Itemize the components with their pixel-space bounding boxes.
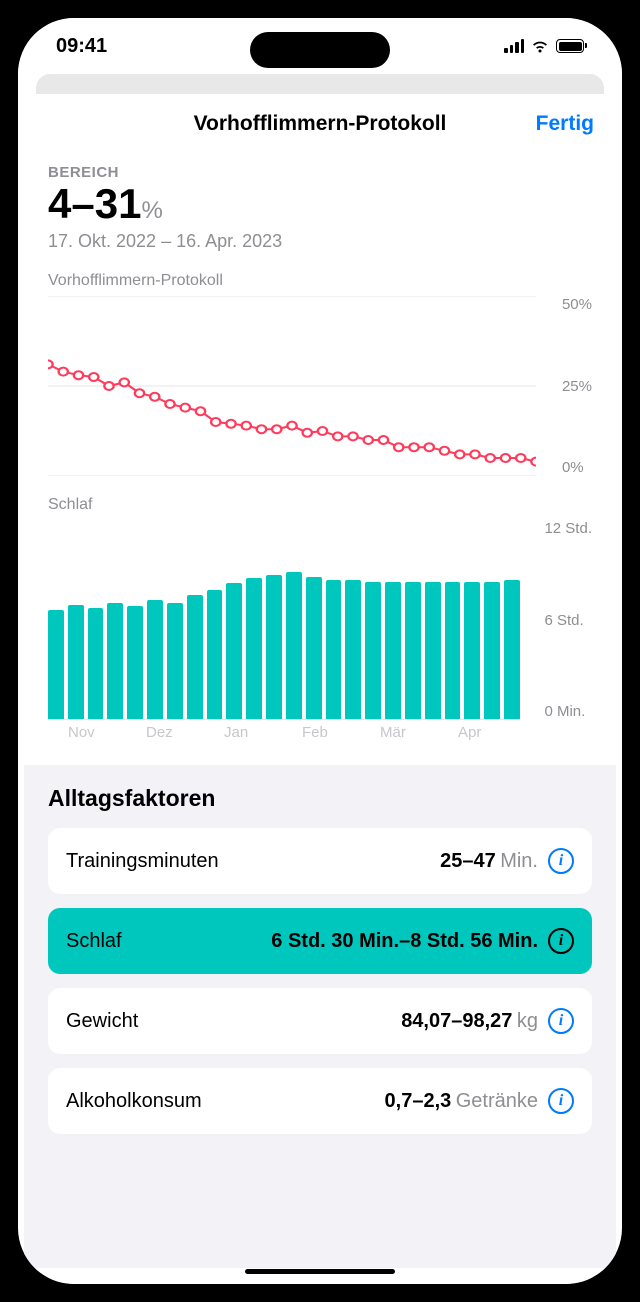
bar xyxy=(226,583,242,719)
x-label: Feb xyxy=(302,724,380,741)
x-label: Nov xyxy=(68,724,146,741)
status-icons xyxy=(504,39,584,54)
phone-screen: 09:41 Vorhofflimmern-Protokoll Fertig BE… xyxy=(18,18,622,1284)
x-label: Dez xyxy=(146,724,224,741)
bar xyxy=(425,582,441,720)
range-percent: % xyxy=(141,197,162,224)
battery-icon xyxy=(556,39,584,53)
bar xyxy=(147,600,163,719)
bar xyxy=(464,582,480,720)
range-value: 4–31 xyxy=(48,180,141,227)
bar xyxy=(345,580,361,719)
bar xyxy=(68,605,84,719)
x-label: Mär xyxy=(380,724,458,741)
y-label: 0% xyxy=(562,459,592,476)
x-label: Jan xyxy=(224,724,302,741)
y-label: 0 Min. xyxy=(544,703,592,720)
factor-value: 25–47 xyxy=(440,850,496,872)
sleep-y-labels: 12 Std. 6 Std. 0 Min. xyxy=(544,520,592,720)
bar xyxy=(286,572,302,720)
home-indicator[interactable] xyxy=(245,1269,395,1274)
bar xyxy=(187,595,203,719)
bar xyxy=(365,582,381,720)
modal-sheet: Vorhofflimmern-Protokoll Fertig BEREICH … xyxy=(24,94,616,1284)
factor-value: 84,07–98,27 xyxy=(401,1010,512,1032)
phone-frame: 09:41 Vorhofflimmern-Protokoll Fertig BE… xyxy=(0,0,640,1302)
bar xyxy=(504,580,520,719)
factor-label: Schlaf xyxy=(66,930,122,953)
factors-title: Alltagsfaktoren xyxy=(48,785,592,812)
info-icon[interactable]: i xyxy=(548,1008,574,1034)
bar xyxy=(167,603,183,719)
y-label: 6 Std. xyxy=(544,612,592,629)
content-scroll[interactable]: BEREICH 4–31% 17. Okt. 2022 – 16. Apr. 2… xyxy=(24,154,616,1284)
bar xyxy=(207,590,223,719)
wifi-icon xyxy=(530,39,550,54)
sleep-chart[interactable]: 12 Std. 6 Std. 0 Min. xyxy=(48,520,592,720)
factor-unit: Getränke xyxy=(456,1090,538,1112)
bar xyxy=(127,606,143,719)
background-sheet xyxy=(36,74,604,94)
bar xyxy=(88,608,104,719)
factors-section: Alltagsfaktoren Trainingsminuten 25–47 M… xyxy=(24,765,616,1268)
range-value-row: 4–31% xyxy=(48,181,592,227)
bar xyxy=(266,575,282,719)
x-axis-labels: Nov Dez Jan Feb Mär Apr xyxy=(48,724,536,741)
bar xyxy=(107,603,123,719)
status-time: 09:41 xyxy=(56,35,107,58)
page-title: Vorhofflimmern-Protokoll xyxy=(194,112,447,136)
afib-y-labels: 50% 25% 0% xyxy=(562,296,592,476)
sleep-chart-title: Schlaf xyxy=(48,496,592,514)
factor-label: Alkoholkonsum xyxy=(66,1090,202,1113)
afib-chart[interactable]: 50% 25% 0% xyxy=(48,296,592,476)
sheet-header: Vorhofflimmern-Protokoll Fertig xyxy=(24,94,616,154)
y-label: 12 Std. xyxy=(544,520,592,537)
y-label: 50% xyxy=(562,296,592,313)
info-icon[interactable]: i xyxy=(548,848,574,874)
done-button[interactable]: Fertig xyxy=(536,112,594,136)
bar xyxy=(246,578,262,719)
dynamic-island xyxy=(250,32,390,68)
bar xyxy=(306,577,322,720)
factor-training[interactable]: Trainingsminuten 25–47 Min. i xyxy=(48,828,592,894)
range-label: BEREICH xyxy=(48,164,592,181)
factor-unit: kg xyxy=(517,1010,538,1032)
factor-value-wrap: 84,07–98,27 kg i xyxy=(401,1008,574,1034)
factor-value-wrap: 6 Std. 30 Min.–8 Std. 56 Min. i xyxy=(271,928,574,954)
factor-unit: Min. xyxy=(500,850,538,872)
factor-sleep[interactable]: Schlaf 6 Std. 30 Min.–8 Std. 56 Min. i xyxy=(48,908,592,974)
status-bar: 09:41 xyxy=(18,18,622,74)
date-range: 17. Okt. 2022 – 16. Apr. 2023 xyxy=(48,231,592,252)
factor-weight[interactable]: Gewicht 84,07–98,27 kg i xyxy=(48,988,592,1054)
bar xyxy=(484,582,500,720)
bar xyxy=(326,580,342,719)
y-label: 25% xyxy=(562,378,592,395)
factor-value-wrap: 0,7–2,3 Getränke i xyxy=(385,1088,574,1114)
factor-value: 0,7–2,3 xyxy=(385,1090,452,1112)
factor-alcohol[interactable]: Alkoholkonsum 0,7–2,3 Getränke i xyxy=(48,1068,592,1134)
bar xyxy=(405,582,421,720)
info-icon[interactable]: i xyxy=(548,1088,574,1114)
bar xyxy=(385,582,401,720)
factor-value-wrap: 25–47 Min. i xyxy=(440,848,574,874)
bar xyxy=(445,582,461,720)
factor-label: Trainingsminuten xyxy=(66,850,219,873)
factor-value: 6 Std. 30 Min.–8 Std. 56 Min. xyxy=(271,930,538,953)
factor-label: Gewicht xyxy=(66,1010,138,1033)
info-icon[interactable]: i xyxy=(548,928,574,954)
signal-icon xyxy=(504,39,524,53)
bar xyxy=(48,610,64,719)
x-label: Apr xyxy=(458,724,536,741)
afib-chart-title: Vorhofflimmern-Protokoll xyxy=(48,272,592,290)
